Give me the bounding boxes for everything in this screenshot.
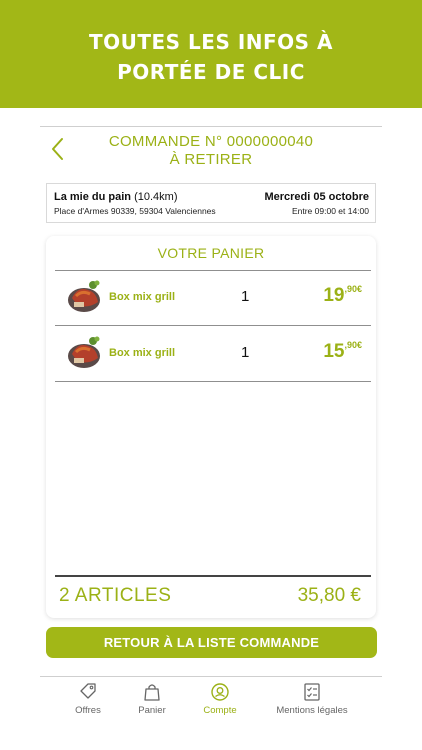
total-price: 35,80 €: [297, 585, 361, 606]
bag-icon: [144, 684, 160, 701]
promo-banner: TOUTES LES INFOS À PORTÉE DE CLIC: [0, 0, 422, 108]
cart-card: VOTRE PANIER Box mix grill 1 19,90€ Box …: [46, 236, 376, 618]
cart-title: VOTRE PANIER: [157, 245, 265, 261]
promo-title-line-1: TOUTES LES INFOS À: [88, 30, 334, 54]
product-thumbnail: [66, 334, 102, 371]
cart-item-row[interactable]: Box mix grill 1 19,90€: [55, 271, 371, 326]
store-name: La mie du pain: [54, 191, 132, 203]
tab-mentions-legales[interactable]: Mentions légales: [266, 682, 358, 716]
return-to-order-list-button[interactable]: RETOUR À LA LISTE COMMANDE: [46, 627, 377, 658]
item-price-decimal: ,90€: [344, 340, 362, 350]
row-divider: [55, 325, 371, 326]
tab-panier[interactable]: Panier: [124, 682, 180, 716]
row-divider: [55, 381, 371, 382]
total-divider: [55, 575, 371, 577]
tab-label: Compte: [203, 705, 237, 716]
tag-icon: [80, 683, 96, 699]
pickup-time: Entre 09:00 et 14:00: [291, 206, 369, 216]
cart-item-row[interactable]: Box mix grill 1 15,90€: [55, 327, 371, 382]
item-price: 19,90€: [323, 284, 362, 307]
order-status: À RETIRER: [169, 151, 253, 168]
tab-label: Mentions légales: [276, 705, 348, 716]
checklist-icon: [304, 683, 320, 701]
tab-label: Panier: [138, 705, 166, 716]
pickup-date: Mercredi 05 octobre: [264, 191, 369, 203]
tab-offres[interactable]: Offres: [60, 682, 116, 716]
store-info-card: La mie du pain (10.4km) Place d'Armes 90…: [46, 183, 376, 223]
item-price-integer: 19: [323, 285, 345, 306]
item-price: 15,90€: [323, 340, 362, 363]
tabbar-divider: [40, 676, 382, 677]
chevron-left-icon[interactable]: [48, 136, 68, 162]
item-price-integer: 15: [323, 341, 345, 362]
store-distance: (10.4km): [134, 191, 178, 203]
tab-compte[interactable]: Compte: [192, 682, 248, 716]
item-name: Box mix grill: [109, 291, 176, 303]
item-quantity: 1: [241, 288, 250, 305]
item-quantity: 1: [241, 344, 250, 361]
total-articles: 2 ARTICLES: [59, 585, 172, 606]
item-name: Box mix grill: [109, 347, 176, 359]
product-thumbnail: [66, 278, 102, 315]
order-title: COMMANDE N° 0000000040 À RETIRER: [88, 133, 334, 169]
tab-label: Offres: [75, 705, 101, 716]
order-number: COMMANDE N° 0000000040: [108, 133, 314, 150]
account-icon: [211, 683, 229, 701]
order-header: COMMANDE N° 0000000040 À RETIRER: [40, 126, 382, 176]
store-name-line: La mie du pain (10.4km): [54, 191, 177, 203]
promo-title-line-2: PORTÉE DE CLIC: [117, 60, 305, 84]
store-address: Place d'Armes 90339, 59304 Valenciennes: [54, 206, 216, 216]
item-price-decimal: ,90€: [344, 284, 362, 294]
